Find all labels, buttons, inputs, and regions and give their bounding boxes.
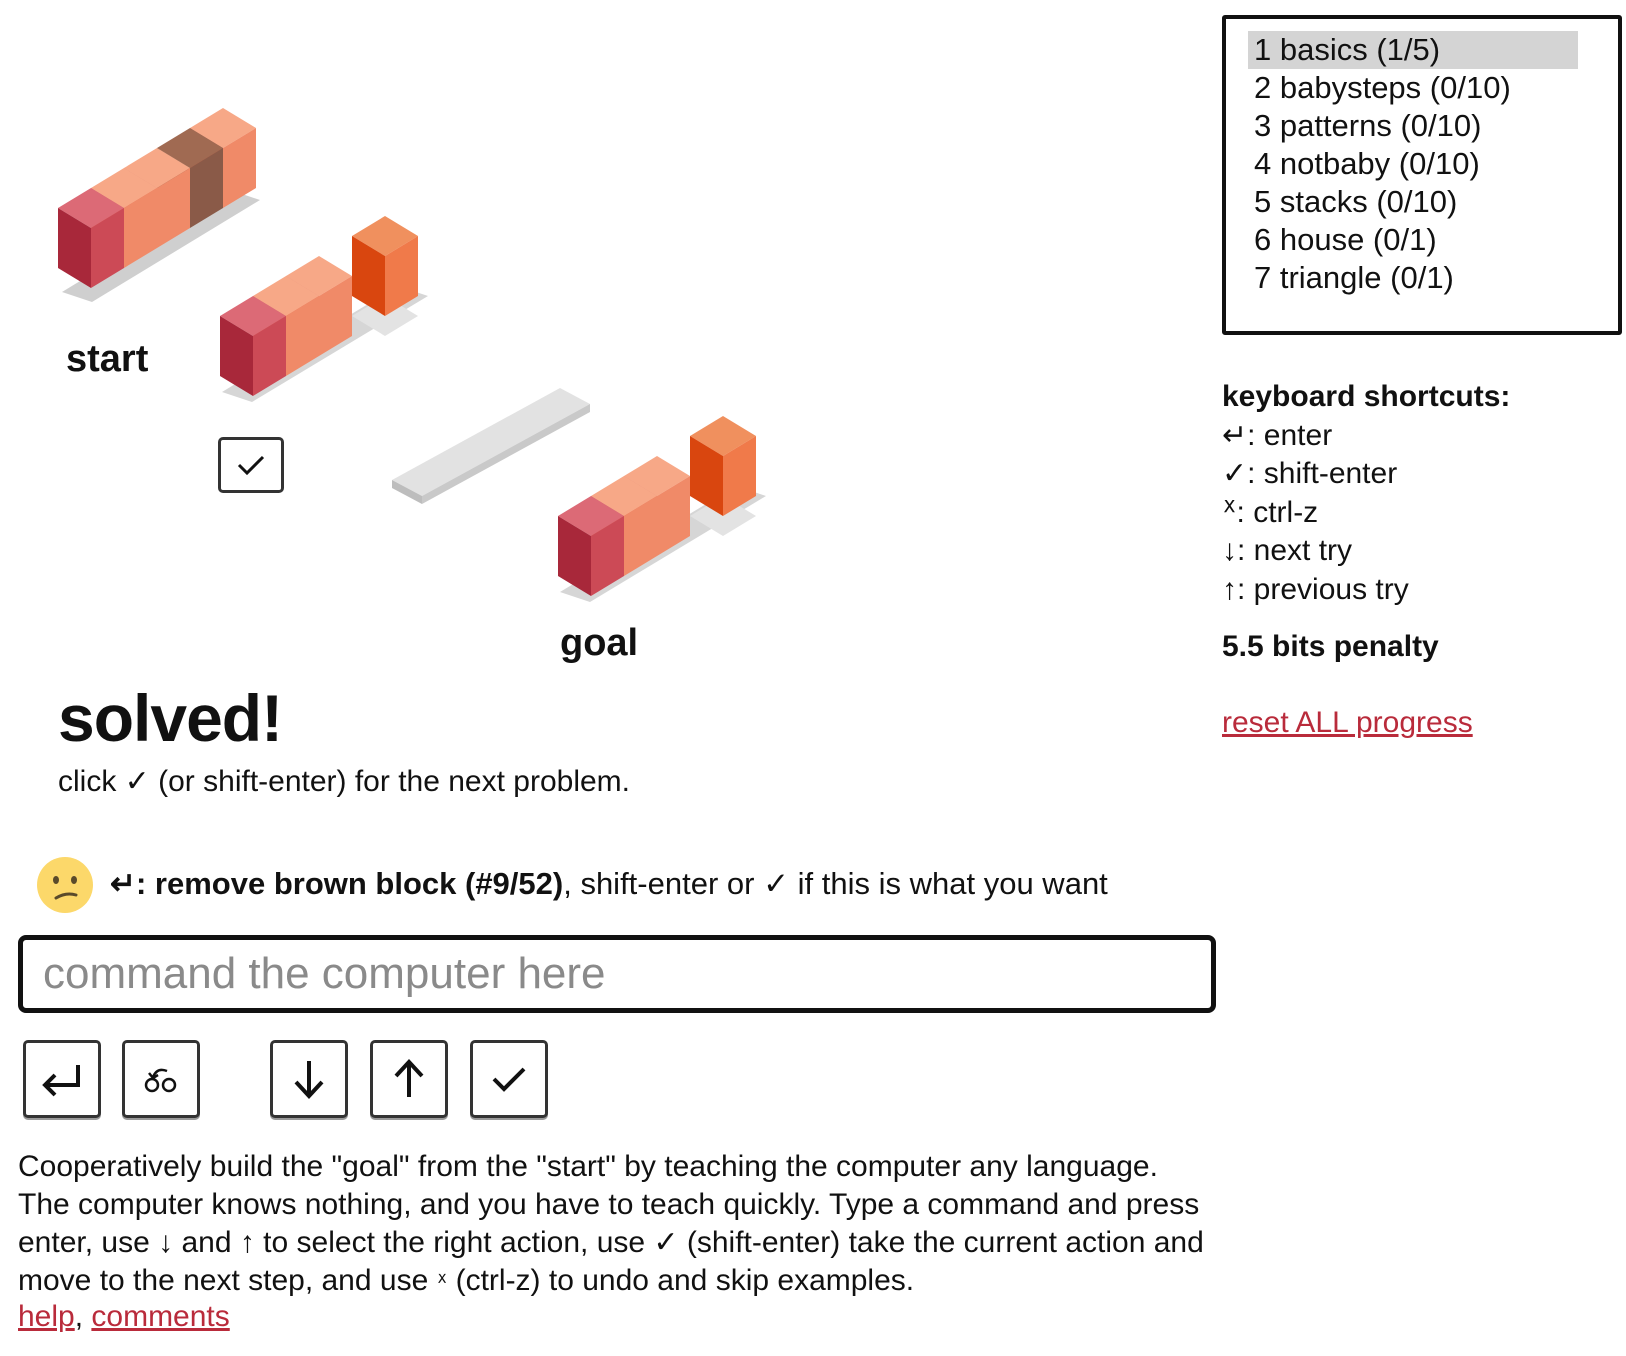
goal-label: goal [560, 622, 639, 664]
shortcut-ctrl-z: ᕽ: ctrl-z [1222, 495, 1319, 529]
current-blocks [220, 216, 428, 402]
feedback-action: : remove brown block (#9/52) [135, 866, 564, 901]
start-blocks [58, 108, 260, 302]
accept-button[interactable] [470, 1040, 548, 1118]
start-block-1 [58, 188, 124, 288]
next-try-button[interactable] [270, 1040, 348, 1118]
shortcut-enter: ↵: enter [1222, 418, 1333, 452]
level-item-triangle[interactable]: 7 triangle (0/1) [1248, 259, 1578, 297]
undo-icon: ᕽ [436, 1270, 448, 1295]
level-list[interactable]: 1 basics (1/5) 2 babysteps (0/10) 3 patt… [1222, 15, 1622, 335]
check-icon [237, 455, 265, 476]
shortcut-shift-enter: ✓: shift-enter [1222, 457, 1398, 490]
confused-face-icon [37, 857, 93, 913]
level-item-babysteps[interactable]: 2 babysteps (0/10) [1248, 69, 1578, 107]
check-icon [492, 1067, 526, 1092]
help-link[interactable]: help [18, 1300, 75, 1333]
down-arrow-icon [294, 1061, 324, 1099]
current-block-1 [220, 296, 286, 396]
down-arrow-icon: ↓ [158, 1226, 174, 1259]
enter-button[interactable] [23, 1040, 101, 1118]
level-item-notbaby[interactable]: 4 notbaby (0/10) [1248, 145, 1578, 183]
reset-progress-link[interactable]: reset ALL progress [1222, 706, 1473, 740]
up-arrow-icon: ↑ [239, 1226, 255, 1259]
status-title: solved! [58, 681, 283, 755]
level-item-house[interactable]: 6 house (0/1) [1248, 221, 1578, 259]
start-label: start [66, 338, 149, 380]
undo-icon [144, 1068, 177, 1093]
empty-platform [392, 388, 590, 504]
blocks-scene [58, 108, 766, 602]
comments-link[interactable]: comments [91, 1300, 229, 1333]
level-item-patterns[interactable]: 3 patterns (0/10) [1248, 107, 1578, 145]
level-item-stacks[interactable]: 5 stacks (0/10) [1248, 183, 1578, 221]
current-block-orange [352, 216, 418, 316]
previous-try-button[interactable] [370, 1040, 448, 1118]
shortcuts-header: keyboard shortcuts: [1222, 380, 1511, 413]
enter-icon [42, 1065, 80, 1097]
goal-blocks [558, 416, 766, 602]
feedback-rest: , shift-enter or ✓ if this is what you w… [563, 866, 1108, 901]
status-subtitle: click ✓ (or shift-enter) for the next pr… [58, 765, 630, 798]
keyboard-shortcuts: keyboard shortcuts: ↵: enter ✓: shift-en… [1222, 378, 1510, 609]
accept-candidate-button[interactable] [218, 437, 284, 493]
shortcut-previous-try: ↑: previous try [1222, 572, 1409, 606]
goal-block-orange [690, 416, 756, 516]
bits-penalty: 5.5 bits penalty [1222, 630, 1439, 663]
feedback-message: ↵: remove brown block (#9/52), shift-ent… [110, 866, 1108, 902]
up-arrow-icon [394, 1059, 424, 1097]
undo-button[interactable] [122, 1040, 200, 1118]
goal-block-1 [558, 496, 624, 596]
shortcut-next-try: ↓: next try [1222, 534, 1353, 567]
footer-links: help, comments [18, 1300, 230, 1333]
enter-symbol: ↵ [110, 866, 136, 901]
instructions-text: Cooperatively build the "goal" from the … [18, 1150, 1204, 1297]
command-input[interactable] [18, 935, 1216, 1013]
level-item-basics[interactable]: 1 basics (1/5) [1248, 31, 1578, 69]
